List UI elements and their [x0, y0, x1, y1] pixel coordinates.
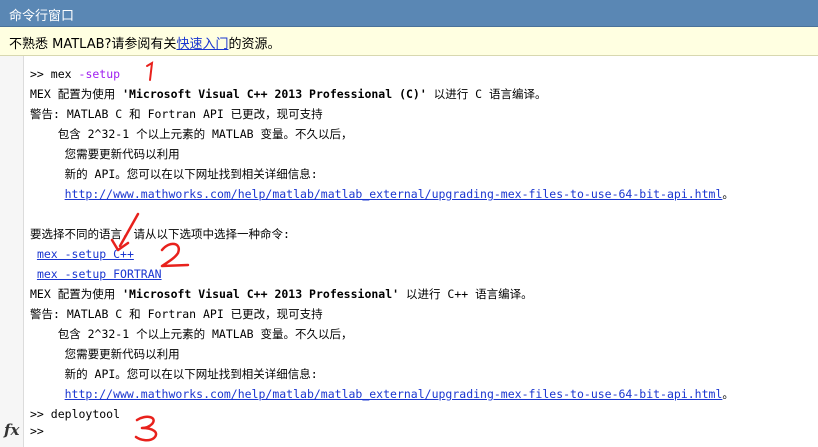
annotation-mark-3 — [134, 415, 158, 442]
url-line-1: http://www.mathworks.com/help/matlab/mat… — [30, 184, 734, 204]
config-prefix: MEX 配置为使用 — [30, 287, 123, 301]
current-prompt[interactable]: >> — [30, 424, 44, 438]
scrollbar-track[interactable] — [810, 56, 818, 447]
cmd-mex: mex — [50, 67, 72, 81]
config-suffix: 以进行 C 语言编译。 — [426, 87, 547, 101]
mex-setup-fortran-link[interactable]: mex -setup FORTRAN — [37, 267, 162, 281]
warning-line-3: 您需要更新代码以利用 — [30, 347, 180, 361]
config-prefix: MEX 配置为使用 — [30, 87, 123, 101]
prompt-symbol: >> — [30, 67, 44, 81]
warning-line-2: 包含 2^32-1 个以上元素的 MATLAB 变量。不久以后， — [30, 327, 353, 341]
info-suffix: 的资源。 — [228, 37, 281, 52]
mathworks-url-link[interactable]: http://www.mathworks.com/help/matlab/mat… — [65, 187, 723, 201]
compiler-name: 'Microsoft Visual C++ 2013 Professional … — [122, 87, 427, 101]
fx-icon[interactable]: fx — [4, 421, 19, 439]
warning-line-3: 您需要更新代码以利用 — [30, 147, 180, 161]
info-prefix: 不熟悉 MATLAB?请参阅有关 — [9, 37, 177, 52]
getting-started-link[interactable]: 快速入门 — [176, 37, 228, 52]
left-gutter — [0, 56, 24, 447]
cmd-deploytool: deploytool — [50, 407, 121, 421]
window-titlebar: 命令行窗口 — [0, 0, 818, 27]
option-line-fortran: mex -setup FORTRAN — [30, 264, 162, 284]
info-text: 不熟悉 MATLAB?请参阅有关快速入门的资源。 — [9, 33, 280, 52]
config-line-2: MEX 配置为使用 'Microsoft Visual C++ 2013 Pro… — [30, 284, 533, 304]
option-line-cpp: mex -setup C++ — [30, 244, 134, 264]
compiler-name: 'Microsoft Visual C++ 2013 Professional' — [122, 287, 400, 301]
config-line-1: MEX 配置为使用 'Microsoft Visual C++ 2013 Pro… — [30, 84, 546, 104]
mex-setup-cpp-link[interactable]: mex -setup C++ — [37, 247, 134, 261]
info-bar: 不熟悉 MATLAB?请参阅有关快速入门的资源。 — [0, 27, 818, 56]
url-line-2: http://www.mathworks.com/help/matlab/mat… — [30, 384, 734, 404]
warning-line-2: 包含 2^32-1 个以上元素的 MATLAB 变量。不久以后， — [30, 127, 353, 141]
config-suffix: 以进行 C++ 语言编译。 — [399, 287, 533, 301]
prompt-symbol: >> — [30, 407, 44, 421]
cmd-arg-setup: -setup — [78, 67, 121, 81]
url-suffix: 。 — [722, 187, 734, 201]
choose-language-text: 要选择不同的语言，请从以下选项中选择一种命令: — [30, 227, 290, 241]
mathworks-url-link[interactable]: http://www.mathworks.com/help/matlab/mat… — [65, 387, 723, 401]
warning-line-4: 新的 API。您可以在以下网址找到相关详细信息: — [30, 367, 318, 381]
warning-line-1: 警告: MATLAB C 和 Fortran API 已更改，现可支持 — [30, 307, 323, 321]
warning-line-1: 警告: MATLAB C 和 Fortran API 已更改，现可支持 — [30, 107, 323, 121]
cmd-line-2: >> deploytool — [30, 404, 120, 424]
cmd-line-1: >> mex -setup — [30, 64, 120, 84]
command-output[interactable]: >> mex -setup MEX 配置为使用 'Microsoft Visua… — [30, 56, 810, 421]
warning-line-4: 新的 API。您可以在以下网址找到相关详细信息: — [30, 167, 318, 181]
url-suffix: 。 — [722, 387, 734, 401]
window-title: 命令行窗口 — [9, 9, 75, 24]
